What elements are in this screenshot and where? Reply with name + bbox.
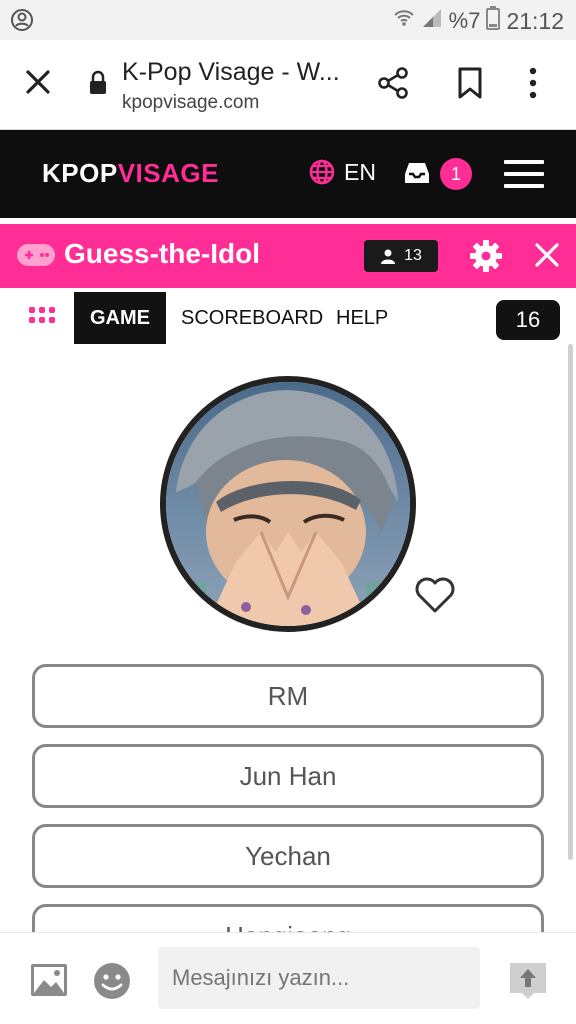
send-icon[interactable] bbox=[508, 961, 548, 1006]
battery-icon bbox=[486, 6, 501, 36]
answer-option[interactable]: Jun Han bbox=[32, 744, 544, 808]
tab-help[interactable]: HELP bbox=[336, 292, 388, 344]
page-title: K-Pop Visage - W... bbox=[122, 58, 340, 86]
favorite-heart-icon[interactable] bbox=[414, 576, 456, 619]
answer-option[interactable]: Yechan bbox=[32, 824, 544, 888]
player-count[interactable]: 13 bbox=[364, 240, 438, 272]
language-label: EN bbox=[344, 158, 376, 185]
close-tab-icon[interactable] bbox=[24, 68, 52, 101]
game-title: Guess-the-Idol bbox=[64, 238, 261, 269]
inbox-icon[interactable] bbox=[402, 158, 432, 193]
wifi-icon bbox=[393, 7, 415, 35]
more-options-icon[interactable] bbox=[528, 66, 538, 105]
player-count-label: 13 bbox=[404, 247, 422, 264]
answer-option[interactable]: RM bbox=[32, 664, 544, 728]
battery-percent: %7 bbox=[448, 8, 481, 33]
lock-icon[interactable] bbox=[88, 70, 108, 101]
scrollbar[interactable] bbox=[568, 344, 573, 860]
gamepad-icon bbox=[16, 242, 56, 273]
chat-composer bbox=[0, 932, 576, 1024]
user-icon bbox=[381, 249, 396, 264]
settings-gear-icon[interactable] bbox=[468, 238, 504, 279]
round-counter: 16 bbox=[496, 300, 560, 340]
page-url[interactable]: kpopvisage.com bbox=[122, 92, 259, 114]
share-icon[interactable] bbox=[376, 66, 410, 105]
game-header: Guess-the-Idol 13 bbox=[0, 224, 576, 288]
tab-scoreboard[interactable]: SCOREBOARD bbox=[181, 292, 323, 344]
notification-badge[interactable]: 1 bbox=[440, 158, 472, 190]
globe-icon bbox=[309, 159, 335, 185]
status-bar: %7 21:12 bbox=[0, 0, 576, 40]
language-selector[interactable]: EN bbox=[308, 158, 376, 186]
menu-icon[interactable] bbox=[504, 160, 544, 188]
bookmark-icon[interactable] bbox=[456, 66, 484, 105]
game-tabs: GAME SCOREBOARD HELP 16 bbox=[0, 292, 576, 344]
emoji-icon[interactable] bbox=[92, 961, 132, 1006]
apps-grid-icon[interactable] bbox=[28, 306, 56, 335]
idol-photo bbox=[160, 376, 416, 632]
tab-game[interactable]: GAME bbox=[74, 292, 166, 344]
site-logo[interactable]: KPOPVISAGE bbox=[42, 158, 219, 189]
signal-icon bbox=[421, 7, 443, 35]
image-upload-icon[interactable] bbox=[30, 963, 68, 1002]
site-header: KPOPVISAGE EN 1 bbox=[0, 130, 576, 218]
close-game-icon[interactable] bbox=[534, 242, 560, 273]
account-icon bbox=[10, 8, 34, 37]
browser-toolbar: K-Pop Visage - W... kpopvisage.com bbox=[0, 40, 576, 130]
message-input[interactable] bbox=[158, 947, 480, 1009]
clock: 21:12 bbox=[506, 7, 564, 34]
